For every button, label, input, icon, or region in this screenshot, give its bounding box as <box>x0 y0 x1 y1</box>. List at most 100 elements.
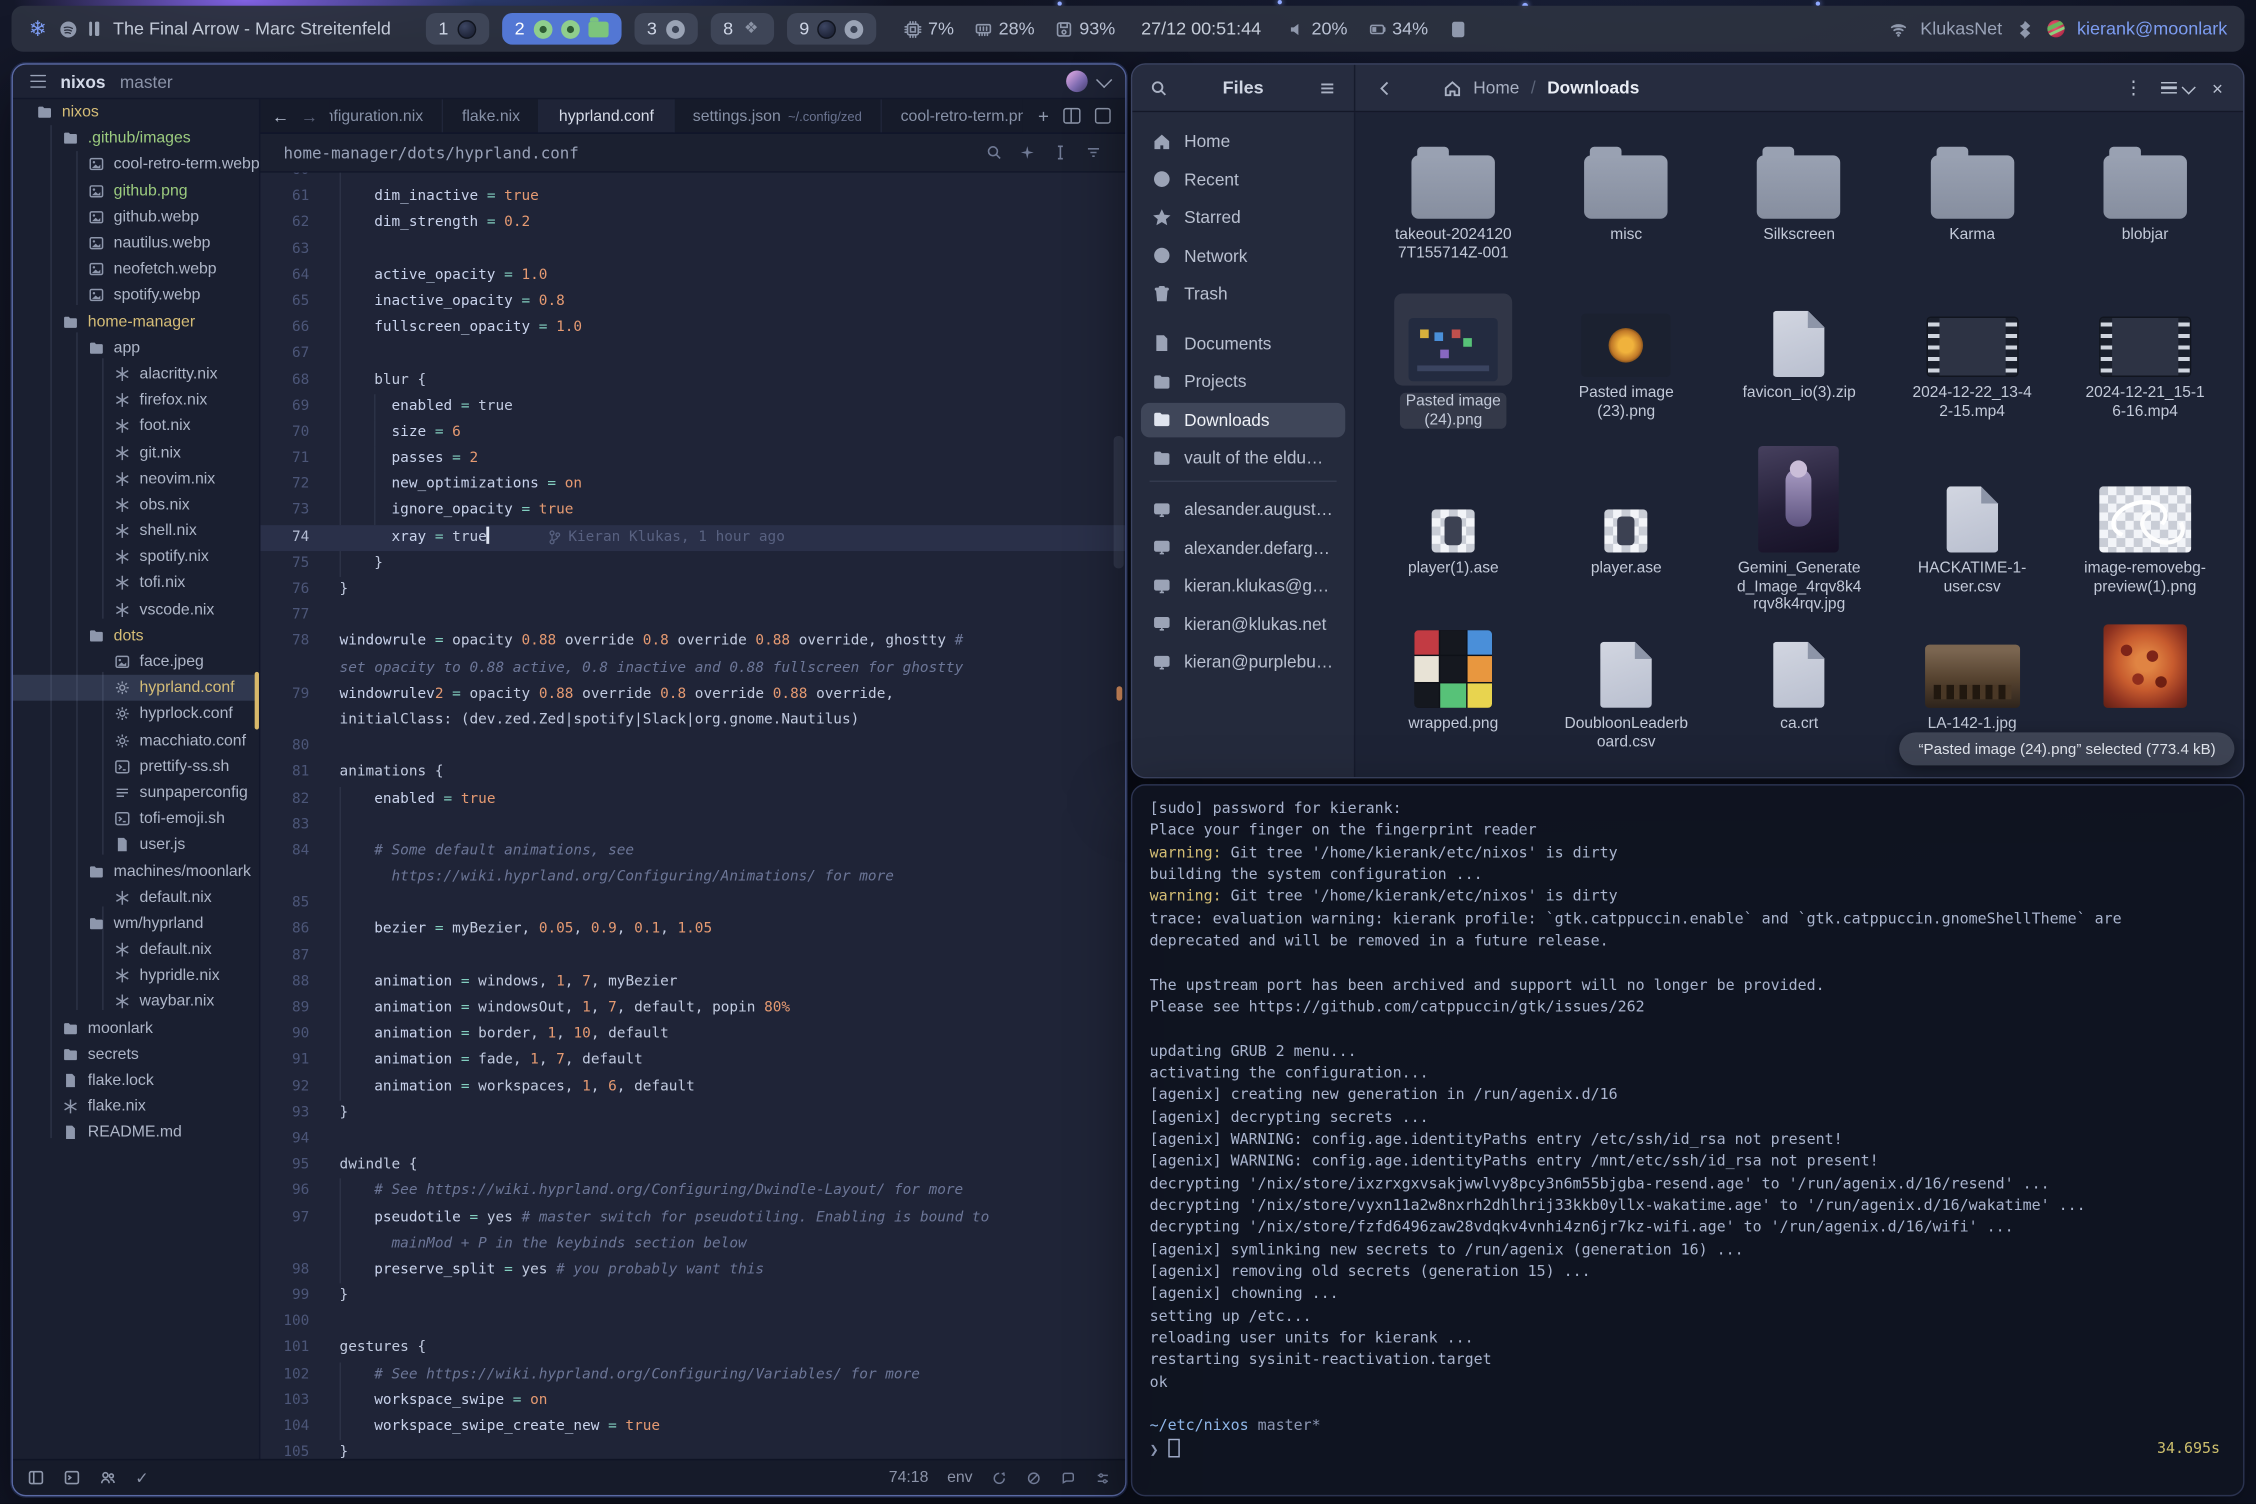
chevron-down-icon[interactable] <box>1096 71 1112 87</box>
search-icon[interactable] <box>1150 78 1169 97</box>
menu-icon[interactable] <box>30 74 46 88</box>
copilot-icon[interactable] <box>1026 1470 1042 1486</box>
grid-item[interactable]: favicon_io(3).zip <box>1713 294 1886 444</box>
sidebar-item-home[interactable]: Home <box>1141 124 1345 159</box>
stat-value: 28% <box>999 19 1035 39</box>
terminal-text: ok <box>1150 1373 1168 1390</box>
avatar[interactable] <box>1066 71 1088 93</box>
view-toggle[interactable] <box>2162 81 2194 94</box>
text-cursor-icon[interactable] <box>1052 144 1069 161</box>
sidebar-account[interactable]: alesander.august… <box>1141 492 1345 527</box>
back-icon[interactable]: ← <box>272 106 289 126</box>
workspace-2[interactable]: 2 <box>502 13 621 45</box>
workspace-3[interactable]: 3 <box>634 13 697 45</box>
breadcrumb[interactable]: home-manager/dots/hyprland.conf <box>283 143 578 162</box>
tab-cool-retro-term.png[interactable]: cool-retro-term.png <box>882 99 1024 132</box>
sidebar-item-documents[interactable]: Documents <box>1141 326 1345 361</box>
grid-item[interactable]: Gemini_Generate d_Image_4rqv8k4 rqv8k4rq… <box>1713 443 1886 624</box>
token: dim_strength <box>374 215 487 231</box>
grid-item[interactable]: misc <box>1540 127 1713 294</box>
network-name[interactable]: KlukasNet <box>1920 19 2002 39</box>
code-text: preserve_split = yes # you probably want… <box>340 1257 764 1283</box>
grid-item[interactable]: 2024-12-21_15-1 6-16.mp4 <box>2059 294 2232 444</box>
breadcrumb-current[interactable]: Downloads <box>1547 78 1639 98</box>
sidebar-item-downloads[interactable]: Downloads <box>1141 402 1345 437</box>
tree-item[interactable]: nixos <box>13 99 259 125</box>
tab-configuration.nix[interactable]: configuration.nix <box>329 99 443 132</box>
kebab-menu-icon[interactable]: ⋮ <box>2124 76 2143 99</box>
tab-settings.json[interactable]: settings.json~/.config/zed <box>674 99 882 132</box>
sidebar-item-starred[interactable]: Starred <box>1141 200 1345 235</box>
grid-item[interactable]: Pasted image (23).png <box>1540 294 1713 444</box>
hamburger-menu-icon[interactable] <box>1318 78 1337 97</box>
project-name[interactable]: nixos <box>60 71 105 91</box>
tab-flake.nix[interactable]: flake.nix <box>443 99 540 132</box>
grid-item[interactable]: Silkscreen <box>1713 127 1886 294</box>
grid-item[interactable]: 2024-12-22_13-4 2-15.mp4 <box>1886 294 2059 444</box>
clock[interactable]: 27/12 00:51:44 <box>1141 19 1261 39</box>
sidebar-item-trash[interactable]: Trash <box>1141 276 1345 311</box>
git-branch[interactable]: master <box>120 71 173 91</box>
sidebar-item-network[interactable]: Network <box>1141 238 1345 273</box>
tree-item-label: foot.nix <box>140 418 191 435</box>
terminal-panel-icon[interactable] <box>63 1469 80 1486</box>
sidebar-account[interactable]: kieran@purplebu… <box>1141 645 1345 680</box>
new-tab-icon[interactable]: + <box>1038 106 1049 125</box>
wifi-icon[interactable] <box>1889 19 1908 38</box>
grid-item[interactable]: player.ase <box>1540 443 1713 624</box>
grid-item[interactable]: Karma <box>1886 127 2059 294</box>
tray-icon[interactable] <box>2047 20 2064 37</box>
grid-item[interactable]: player(1).ase <box>1367 443 1540 624</box>
terminal-window[interactable]: [sudo] password for kierank:Place your f… <box>1131 784 2245 1496</box>
split-icon[interactable] <box>1063 108 1080 124</box>
language-selector[interactable]: env <box>947 1469 973 1486</box>
grid-item[interactable]: ca.crt <box>1713 624 1886 777</box>
diagnostics-check-icon[interactable]: ✓ <box>135 1468 148 1487</box>
project-panel-icon[interactable] <box>27 1469 44 1486</box>
now-playing[interactable]: The Final Arrow - Marc Streitenfeld <box>113 19 391 39</box>
maximize-icon[interactable] <box>1095 108 1111 124</box>
grid-item[interactable]: DoubloonLeaderb oard.csv <box>1540 624 1713 777</box>
stat-disk[interactable]: 93% <box>1055 19 1115 39</box>
code-editor[interactable]: 6061dim_inactive = true62dim_strength = … <box>260 173 1125 1459</box>
sidebar-item-recent[interactable]: Recent <box>1141 162 1345 197</box>
battery[interactable]: 34% <box>1368 19 1428 39</box>
tablet-icon[interactable] <box>1448 19 1467 38</box>
grid-item[interactable]: takeout-2024120 7T155714Z-001 <box>1367 127 1540 294</box>
token: } <box>340 1105 349 1121</box>
line-number: 68 <box>260 368 309 394</box>
back-icon[interactable] <box>1375 78 1394 97</box>
grid-item[interactable]: image-removebg- preview(1).png <box>2059 443 2232 624</box>
close-icon[interactable]: × <box>2212 77 2223 99</box>
sidebar-account[interactable]: kieran.klukas@g… <box>1141 568 1345 603</box>
tab-hyprland.conf[interactable]: hyprland.conf <box>540 99 674 132</box>
grid-item[interactable]: Pasted image (24).png <box>1367 294 1540 444</box>
collab-icon[interactable] <box>99 1469 116 1486</box>
cursor-position[interactable]: 74:18 <box>889 1469 929 1486</box>
update-icon[interactable] <box>991 1470 1007 1486</box>
sidebar-account[interactable]: alexander.defarg… <box>1141 530 1345 565</box>
bluetooth-icon[interactable] <box>2015 19 2034 38</box>
grid-item[interactable]: HACKATIME-1- user.csv <box>1886 443 2059 624</box>
inline-assist-icon[interactable] <box>1019 144 1036 161</box>
stat-memory[interactable]: 28% <box>974 19 1034 39</box>
editor-scrollbar[interactable] <box>1114 436 1124 568</box>
sidebar-account[interactable]: kieran@klukas.net <box>1141 606 1345 641</box>
workspace-1[interactable]: 1 <box>425 13 488 45</box>
filter-icon[interactable] <box>1085 144 1102 161</box>
home-icon[interactable] <box>1443 78 1462 97</box>
sidebar-item-projects[interactable]: Projects <box>1141 364 1345 399</box>
stat-cpu[interactable]: 7% <box>904 19 954 39</box>
settings-icon[interactable] <box>1095 1470 1111 1486</box>
pause-icon[interactable] <box>89 22 99 36</box>
sidebar-item-vaultoftheeldu[interactable]: vault of the eldu… <box>1141 440 1345 475</box>
volume[interactable]: 20% <box>1287 19 1347 39</box>
workspace-8[interactable]: 8❖ <box>710 13 773 45</box>
grid-item[interactable]: blobjar <box>2059 127 2232 294</box>
forward-icon[interactable]: → <box>301 106 318 126</box>
grid-item[interactable]: wrapped.png <box>1367 624 1540 777</box>
breadcrumb-home[interactable]: Home <box>1473 78 1519 98</box>
assistant-icon[interactable] <box>1060 1470 1076 1486</box>
workspace-9[interactable]: 9 <box>786 13 877 45</box>
search-icon[interactable] <box>986 144 1003 161</box>
